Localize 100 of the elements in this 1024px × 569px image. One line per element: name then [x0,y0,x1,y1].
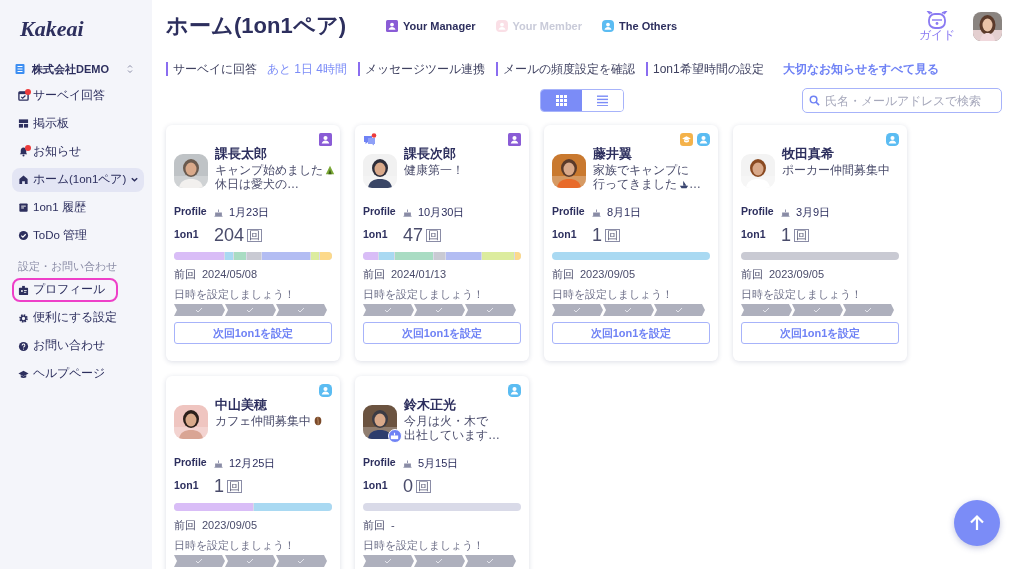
cake-icon [403,207,412,217]
last-label: 前回 [741,267,763,282]
graduation-cap-icon [18,368,29,380]
count-value: 1 [781,225,791,245]
note-icon [18,202,29,213]
unit-label: 回 [605,228,620,242]
person-icon [508,132,521,146]
schedule-button[interactable]: 次回1on1を設定 [174,322,332,344]
status-text: 家族でキャンプに [593,163,689,177]
page-title: ホーム(1on1ペア) [166,12,346,40]
grid-icon [556,95,567,106]
sidebar-item[interactable]: 1on1 履歴 [12,195,144,220]
last-date: - [391,518,395,533]
logo: Kakeai [20,15,84,43]
view-toggle-button[interactable] [541,90,582,111]
check-circle-icon [18,230,29,241]
last-date: 2024/05/08 [202,267,258,282]
cake-icon [214,207,223,217]
schedule-button[interactable]: 次回1on1を設定 [741,322,899,344]
unit-label: 回 [416,479,431,493]
unit-label: 回 [426,228,442,242]
layout-icon [18,118,29,129]
search-icon [809,95,820,106]
cake-icon [403,458,412,468]
ellipsis-text: … [689,177,701,191]
view-toggle[interactable] [540,89,624,112]
person-icon [319,132,332,146]
organization-name[interactable]: 株式会社DEMO [32,61,109,78]
last-date: 2023/09/05 [580,267,636,282]
profile-label: Profile [741,204,775,220]
guide-label[interactable]: ガイド [919,28,955,42]
sidebar-item[interactable]: 便利にする設定 [12,306,144,330]
schedule-button[interactable]: 次回1on1を設定 [552,322,710,344]
profile-label: Profile [363,455,397,471]
count-label: 1on1 [552,227,578,243]
cake-icon [214,458,223,468]
status-text: 健康第一！ [404,163,464,177]
sidebar-item[interactable]: お知らせ [12,139,144,164]
search-field[interactable]: 氏名・メールアドレスで検索 [802,88,1002,113]
building-icon [14,63,26,76]
status-text: 行ってきました [593,177,677,191]
hint-text: 日時を設定しましょう！ [552,286,674,302]
profile-label: Profile [363,204,397,220]
profile-label: Profile [174,455,208,471]
unit-label: 回 [247,228,263,242]
status-text: ポーカー仲間募集中 [782,163,890,177]
sidebar-item[interactable]: ホーム(1on1ペア) [12,167,144,192]
sidebar-item[interactable]: 掲示板 [12,111,144,136]
last-label: 前回 [174,518,196,533]
bell-icon [18,146,29,157]
profile-label: Profile [552,204,586,220]
hint-text: 日時を設定しましょう！ [174,286,296,302]
cake-icon [592,207,601,217]
sidebar-item[interactable]: ToDo 管理 [12,223,144,248]
status-text: 出社しています… [404,428,500,442]
count-label: 1on1 [174,227,200,243]
arrow-up-icon [968,514,986,532]
help-icon [18,340,29,352]
last-label: 前回 [174,267,196,282]
sidebar-item[interactable]: プロフィール [12,278,118,302]
legend-label: Your Manager [403,18,476,34]
status-text: カフェ仲間募集中 [215,414,311,428]
countdown-text: あと 1日 4時間 [267,62,347,76]
graduation-cap-icon [680,132,693,146]
last-date: 2023/09/05 [769,267,825,282]
last-label: 前回 [363,518,385,533]
hint-text: 日時を設定しましょう！ [363,286,485,302]
person-icon [508,383,521,397]
birthday-text: 12月25日 [229,455,276,471]
status-text: 休日は愛犬の… [215,177,299,191]
birthday-text: 1月23日 [229,204,270,220]
notice-link[interactable]: 1on1希望時間の設定 [653,62,764,76]
birthday-text: 5月15日 [418,455,459,471]
birthday-text: 10月30日 [418,204,465,220]
scroll-top-button[interactable] [954,500,1000,546]
sidebar-item[interactable]: お問い合わせ [12,334,144,358]
sidebar-item[interactable]: ヘルプページ [12,362,144,386]
section-heading: 設定・お問い合わせ [18,258,118,274]
id-card-icon [18,284,29,296]
notice-link[interactable]: メールの頻度設定を確認 [503,62,635,76]
member-name: 課長太郎 [215,146,268,162]
gear-icon [18,312,29,324]
schedule-button[interactable]: 次回1on1を設定 [363,322,521,344]
hint-text: 日時を設定しましょう！ [174,537,296,553]
cake-icon [781,207,790,217]
unit-label: 回 [794,228,809,242]
hint-text: 日時を設定しましょう！ [363,537,485,553]
last-date: 2024/01/13 [391,267,447,282]
member-name: 中山美穂 [215,397,268,413]
status-text: 今月は火・木で [404,414,488,428]
birthday-text: 3月9日 [796,204,831,220]
sidebar-item[interactable]: サーベイ回答 [12,83,144,108]
unit-label: 回 [227,479,242,493]
notice-link[interactable]: メッセージツール連携 [365,62,485,76]
person-icon [319,383,332,397]
notice-link[interactable]: サーベイに回答 [173,62,257,76]
person-icon [886,132,899,146]
count-value: 1 [592,225,602,245]
count-label: 1on1 [363,227,389,243]
home-icon [18,174,29,185]
